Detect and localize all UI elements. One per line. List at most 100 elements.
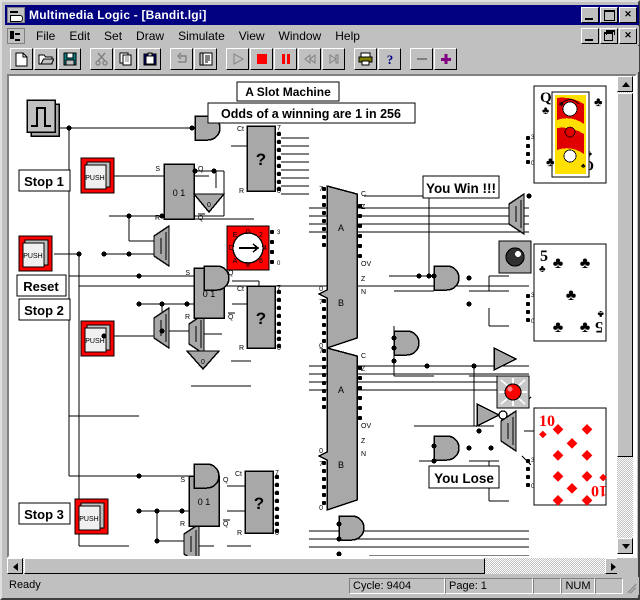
svg-text:R: R xyxy=(237,530,242,537)
close-button[interactable]: ✕ xyxy=(619,7,637,23)
maximize-button[interactable] xyxy=(600,7,618,23)
svg-text:Z: Z xyxy=(361,438,366,445)
svg-text:R: R xyxy=(180,521,185,528)
svg-text:♣: ♣ xyxy=(553,255,564,272)
svg-text:S: S xyxy=(180,477,185,484)
pause-button[interactable] xyxy=(274,48,297,70)
cut-button[interactable] xyxy=(90,48,113,70)
lamp-win xyxy=(498,240,532,274)
svg-text:0 1: 0 1 xyxy=(198,497,211,507)
svg-text:Odds of a winning are 1 in 256: Odds of a winning are 1 in 256 xyxy=(221,107,401,121)
status-num: NUM xyxy=(561,578,595,594)
svg-text:Q: Q xyxy=(223,477,229,484)
menu-window[interactable]: Window xyxy=(272,27,329,45)
open-button[interactable] xyxy=(34,48,57,70)
mdi-close-button[interactable]: ✕ xyxy=(619,27,637,44)
svg-text:N: N xyxy=(361,451,366,458)
svg-text:◆: ◆ xyxy=(582,491,593,507)
menu-bar: File Edit Set Draw Simulate View Window … xyxy=(5,26,639,45)
mdi-window-buttons: ✕ xyxy=(581,27,639,44)
svg-text:Q: Q xyxy=(228,314,234,321)
svg-text:You Win !!!: You Win !!! xyxy=(426,181,496,196)
svg-text:♣: ♣ xyxy=(594,94,603,109)
svg-text:C: C xyxy=(361,353,366,360)
print-button[interactable] xyxy=(354,48,377,70)
menu-edit[interactable]: Edit xyxy=(62,27,97,45)
open-folder-icon xyxy=(35,49,56,69)
svg-text:♣: ♣ xyxy=(559,101,564,108)
svg-text:PUSH: PUSH xyxy=(79,516,98,523)
window-buttons: ✕ xyxy=(581,7,637,23)
label-stop2: Stop 2 xyxy=(18,298,71,321)
run-button[interactable] xyxy=(226,48,249,70)
mdi-minimize-button[interactable] xyxy=(581,27,599,44)
circuit-diagram[interactable]: PUSH PUSH PUSH PUSH 0 1 S R Q Q 0 1 S R … xyxy=(9,76,635,556)
svg-text:R: R xyxy=(239,188,244,195)
svg-text:♣: ♣ xyxy=(566,287,577,304)
svg-text:C: C xyxy=(361,191,366,198)
toolbar-separator-3 xyxy=(218,59,226,60)
hscroll-thumb[interactable] xyxy=(24,558,485,574)
resize-grip[interactable] xyxy=(625,579,639,593)
svg-text:?: ? xyxy=(256,309,266,328)
undo-button[interactable] xyxy=(170,48,193,70)
zoom-in-button[interactable] xyxy=(434,48,457,70)
label-odds: Odds of a winning are 1 in 256 xyxy=(207,102,416,124)
menu-help[interactable]: Help xyxy=(328,27,367,45)
vscroll-thumb[interactable] xyxy=(617,93,633,457)
mdi-restore-button[interactable] xyxy=(600,27,618,44)
scroll-down-button[interactable] xyxy=(617,538,633,554)
horizontal-scrollbar[interactable] xyxy=(7,558,621,574)
help-button[interactable]: ? xyxy=(378,48,401,70)
speaker-stop2 xyxy=(188,312,205,356)
svg-text:◆: ◆ xyxy=(539,429,547,440)
svg-text:R: R xyxy=(185,314,190,321)
svg-text:OV: OV xyxy=(361,261,371,268)
scroll-up-button[interactable] xyxy=(617,76,633,92)
properties-button[interactable] xyxy=(194,48,217,70)
svg-text:Q: Q xyxy=(223,521,229,528)
menu-set[interactable]: Set xyxy=(97,27,129,45)
toolbar-separator-5 xyxy=(402,59,410,60)
step-button[interactable] xyxy=(322,48,345,70)
logic-gate-icon xyxy=(7,7,25,23)
speaker-win xyxy=(508,192,525,236)
document-icon[interactable] xyxy=(7,27,25,44)
and-gate-bottom xyxy=(338,515,365,541)
svg-text:5: 5 xyxy=(540,248,548,265)
menu-simulate[interactable]: Simulate xyxy=(171,27,232,45)
svg-text:Q: Q xyxy=(198,215,204,222)
vertical-scrollbar[interactable] xyxy=(617,76,633,554)
buffer-gate-1 xyxy=(493,347,517,371)
svg-text:5: 5 xyxy=(595,318,603,335)
minimize-button[interactable] xyxy=(581,7,599,23)
new-button[interactable] xyxy=(10,48,33,70)
pause-bars-icon xyxy=(275,49,296,69)
svg-text:♣: ♣ xyxy=(539,264,546,275)
svg-text:◆: ◆ xyxy=(553,467,564,483)
clock-generator xyxy=(26,99,60,137)
svg-text:A: A xyxy=(338,223,344,233)
stop-button[interactable] xyxy=(250,48,273,70)
schematic-canvas-area[interactable]: PUSH PUSH PUSH PUSH 0 1 S R Q Q 0 1 S R … xyxy=(7,74,637,558)
paste-button[interactable] xyxy=(138,48,161,70)
svg-text:0 1: 0 1 xyxy=(173,188,186,198)
scroll-left-button[interactable] xyxy=(7,558,23,574)
svg-text:♣: ♣ xyxy=(546,154,555,169)
svg-text:C: C xyxy=(228,245,233,252)
clipboard-icon xyxy=(139,49,160,69)
svg-text:Q: Q xyxy=(198,166,204,173)
svg-text:PUSH: PUSH xyxy=(85,175,104,182)
copy-button[interactable] xyxy=(114,48,137,70)
svg-text:8: 8 xyxy=(246,262,250,269)
menu-draw[interactable]: Draw xyxy=(129,27,171,45)
save-button[interactable] xyxy=(58,48,81,70)
zoom-out-button[interactable] xyxy=(410,48,433,70)
svg-text:0: 0 xyxy=(319,286,323,293)
menu-file[interactable]: File xyxy=(29,27,62,45)
svg-text:You Lose: You Lose xyxy=(434,471,494,486)
svg-text:R: R xyxy=(155,215,160,222)
rewind-button[interactable] xyxy=(298,48,321,70)
undo-arrow-icon xyxy=(171,49,192,69)
menu-view[interactable]: View xyxy=(232,27,272,45)
